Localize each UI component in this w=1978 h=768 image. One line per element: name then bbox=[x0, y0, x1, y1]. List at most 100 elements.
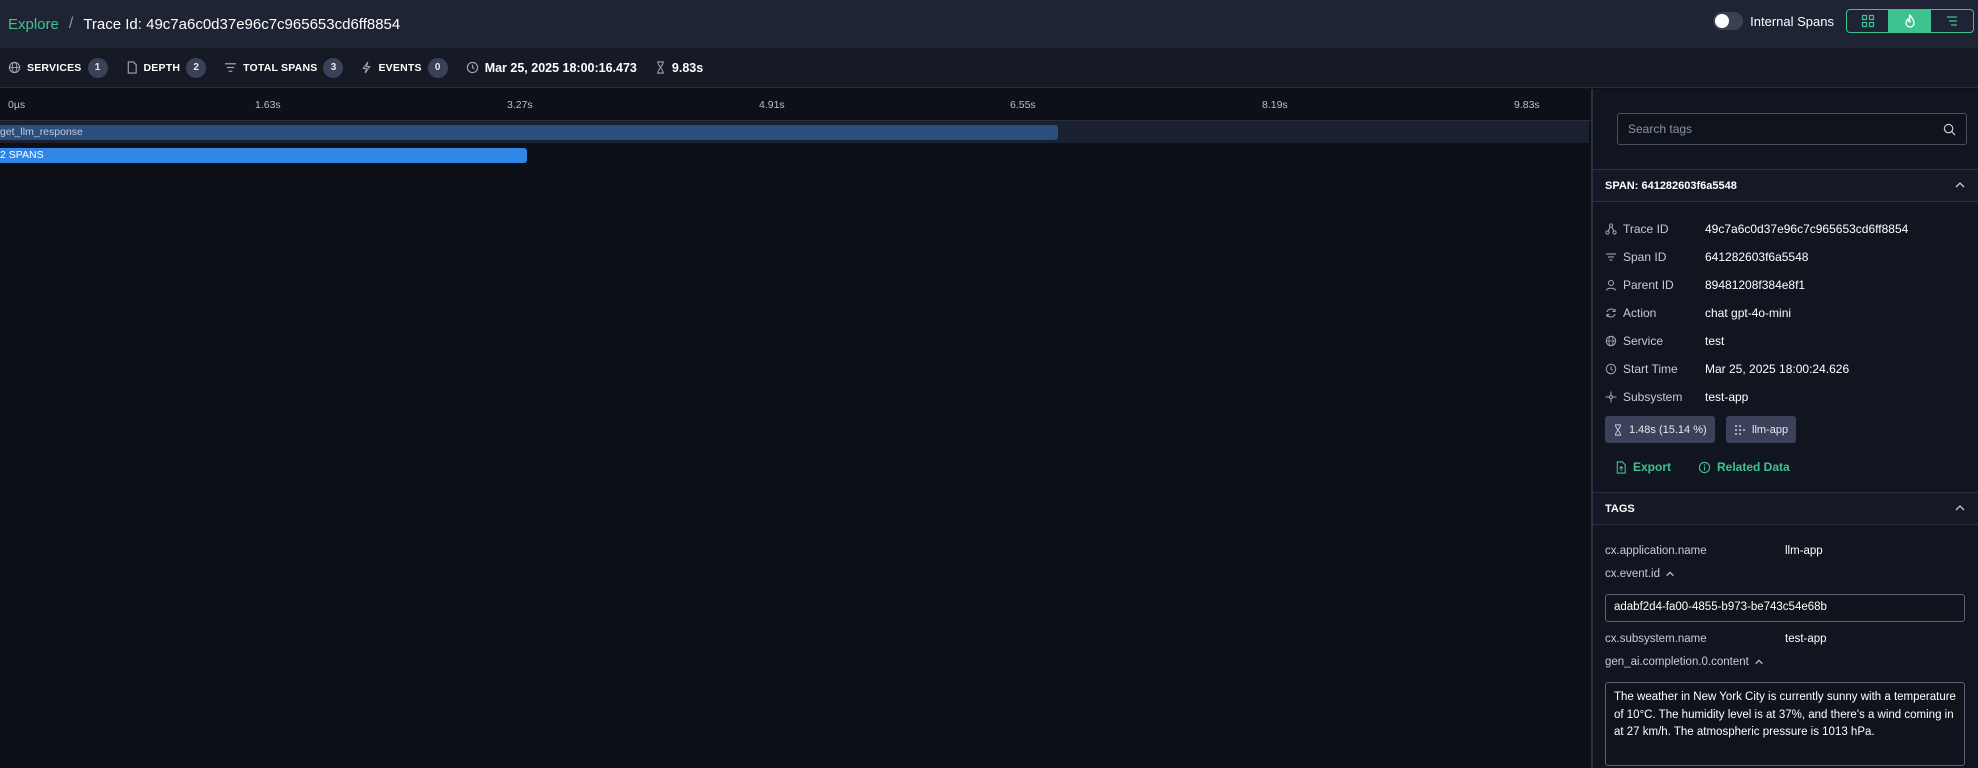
subsystem-icon bbox=[1605, 391, 1617, 403]
clock-icon bbox=[466, 61, 479, 74]
flame-view-button[interactable] bbox=[1889, 10, 1931, 32]
view-switcher bbox=[1846, 9, 1974, 33]
span-bar[interactable] bbox=[0, 125, 1058, 140]
depth-stat: DEPTH 2 bbox=[126, 57, 207, 78]
tag-value: llm-app bbox=[1785, 545, 1823, 557]
hourglass-icon bbox=[1613, 423, 1623, 436]
dependencies-icon bbox=[1861, 14, 1874, 28]
trace-start-time: Mar 25, 2025 18:00:16.473 bbox=[484, 60, 637, 75]
time-ruler: 0µs 1.63s 3.27s 4.91s 6.55s 8.19s 9.83s bbox=[0, 89, 1591, 121]
span-icon bbox=[1605, 251, 1617, 263]
export-button[interactable]: Export bbox=[1615, 460, 1671, 474]
hourglass-icon bbox=[655, 61, 666, 74]
time-tick: 9.83s bbox=[1514, 99, 1540, 111]
span-row[interactable]: get_llm_response bbox=[0, 121, 1589, 143]
file-icon bbox=[126, 61, 138, 74]
depth-label: DEPTH bbox=[143, 61, 181, 74]
search-icon[interactable] bbox=[1943, 123, 1956, 136]
span-section-header[interactable]: SPAN: 641282603f6a5548 bbox=[1593, 169, 1978, 202]
time-tick: 8.19s bbox=[1262, 99, 1288, 111]
export-icon bbox=[1615, 460, 1627, 474]
tag-application-name: cx.application.name llm-app bbox=[1605, 542, 1823, 560]
chevron-up-icon[interactable] bbox=[1954, 502, 1966, 517]
grid-dots-icon bbox=[1734, 424, 1746, 436]
internal-spans-label: Internal Spans bbox=[1750, 13, 1834, 29]
breadcrumb-explore-link[interactable]: Explore bbox=[8, 16, 59, 33]
service-field: Service test bbox=[1605, 330, 1975, 352]
globe-icon bbox=[8, 61, 21, 74]
start-time-value: Mar 25, 2025 18:00:24.626 bbox=[1705, 362, 1850, 376]
trace-id-field: Trace ID 49c7a6c0d37e96c7c965653cd6ff885… bbox=[1605, 218, 1975, 240]
services-label: SERVICES bbox=[27, 61, 82, 74]
events-label: EVENTS bbox=[378, 61, 422, 74]
duration-chip-label: 1.48s (15.14 %) bbox=[1629, 423, 1707, 436]
total-spans-count-badge: 3 bbox=[323, 57, 344, 78]
field-label: Service bbox=[1623, 334, 1664, 348]
chevron-up-icon bbox=[1665, 569, 1675, 579]
dependencies-view-button[interactable] bbox=[1847, 10, 1889, 32]
action-value: chat gpt-4o-mini bbox=[1705, 306, 1792, 320]
flame-icon bbox=[1904, 14, 1915, 28]
tag-key: cx.application.name bbox=[1605, 545, 1707, 557]
span-group-label: 2 SPANS bbox=[0, 149, 44, 161]
depth-count-badge: 2 bbox=[186, 57, 207, 78]
span-id-value: 641282603f6a5548 bbox=[1705, 250, 1809, 264]
field-label: Subsystem bbox=[1623, 390, 1683, 404]
duration-stat: 9.83s bbox=[655, 61, 703, 75]
app-chip: llm-app bbox=[1726, 416, 1797, 443]
chevron-up-icon bbox=[1754, 657, 1764, 667]
parent-id-field: Parent ID 89481208f384e8f1 bbox=[1605, 274, 1975, 296]
span-bar[interactable] bbox=[0, 148, 527, 163]
span-header-title: SPAN: 641282603f6a5548 bbox=[1605, 179, 1737, 192]
subsystem-field: Subsystem test-app bbox=[1605, 386, 1975, 408]
span-label: get_llm_response bbox=[0, 126, 83, 138]
services-count-badge: 1 bbox=[87, 57, 108, 78]
field-label: Start Time bbox=[1623, 362, 1678, 376]
tag-key: cx.event.id bbox=[1605, 568, 1660, 580]
parent-id-value: 89481208f384e8f1 bbox=[1705, 278, 1806, 292]
tag-key: cx.subsystem.name bbox=[1605, 633, 1707, 645]
related-data-label: Related Data bbox=[1717, 460, 1790, 474]
tag-value: test-app bbox=[1785, 633, 1827, 645]
tag-completion-toggle[interactable]: gen_ai.completion.0.content bbox=[1605, 656, 1764, 668]
lightning-icon bbox=[361, 61, 372, 74]
tag-event-id-value-box[interactable]: adabf2d4-fa00-4855-b973-be743c54e68b bbox=[1605, 594, 1965, 622]
breadcrumb-separator: / bbox=[68, 15, 74, 32]
list-icon bbox=[1947, 16, 1957, 26]
clock-icon bbox=[1605, 363, 1617, 375]
span-row[interactable]: 2 SPANS bbox=[0, 144, 1589, 166]
tags-section-header[interactable]: TAGS bbox=[1593, 492, 1978, 525]
trace-timeline: 0µs 1.63s 3.27s 4.91s 6.55s 8.19s 9.83s … bbox=[0, 89, 1591, 768]
tag-key: gen_ai.completion.0.content bbox=[1605, 656, 1749, 668]
app-chip-label: llm-app bbox=[1752, 423, 1789, 436]
export-label: Export bbox=[1633, 460, 1672, 474]
tag-subsystem-name: cx.subsystem.name test-app bbox=[1605, 630, 1827, 648]
events-stat: EVENTS 0 bbox=[361, 57, 448, 78]
tag-event-id-toggle[interactable]: cx.event.id bbox=[1605, 568, 1675, 580]
time-tick: 1.63s bbox=[255, 99, 281, 111]
service-value: test bbox=[1705, 334, 1725, 348]
search-tags-input[interactable] bbox=[1628, 122, 1966, 136]
subsystem-value: test-app bbox=[1705, 390, 1749, 404]
time-tick: 3.27s bbox=[507, 99, 533, 111]
tag-completion-value-box[interactable]: The weather in New York City is currentl… bbox=[1605, 682, 1965, 766]
start-time-stat: Mar 25, 2025 18:00:16.473 bbox=[466, 61, 637, 75]
list-view-button[interactable] bbox=[1931, 10, 1973, 32]
field-label: Trace ID bbox=[1623, 222, 1669, 236]
info-icon bbox=[1698, 461, 1711, 474]
span-details-panel: SPAN: 641282603f6a5548 Trace ID 49c7a6c0… bbox=[1592, 89, 1978, 768]
start-time-field: Start Time Mar 25, 2025 18:00:24.626 bbox=[1605, 358, 1975, 380]
person-icon bbox=[1605, 279, 1617, 291]
related-data-button[interactable]: Related Data bbox=[1698, 460, 1790, 474]
trace-icon bbox=[1605, 223, 1617, 235]
total-spans-stat: TOTAL SPANS 3 bbox=[224, 57, 344, 78]
internal-spans-toggle[interactable] bbox=[1713, 12, 1744, 30]
globe-icon bbox=[1605, 335, 1617, 347]
page-title: Trace Id: 49c7a6c0d37e96c7c965653cd6ff88… bbox=[83, 15, 401, 33]
tags-header-title: TAGS bbox=[1605, 502, 1635, 515]
services-stat: SERVICES 1 bbox=[8, 57, 108, 78]
span-id-field: Span ID 641282603f6a5548 bbox=[1605, 246, 1975, 268]
chevron-up-icon[interactable] bbox=[1954, 179, 1966, 194]
span-duration-chip: 1.48s (15.14 %) bbox=[1605, 416, 1715, 443]
time-tick: 0µs bbox=[8, 99, 26, 111]
